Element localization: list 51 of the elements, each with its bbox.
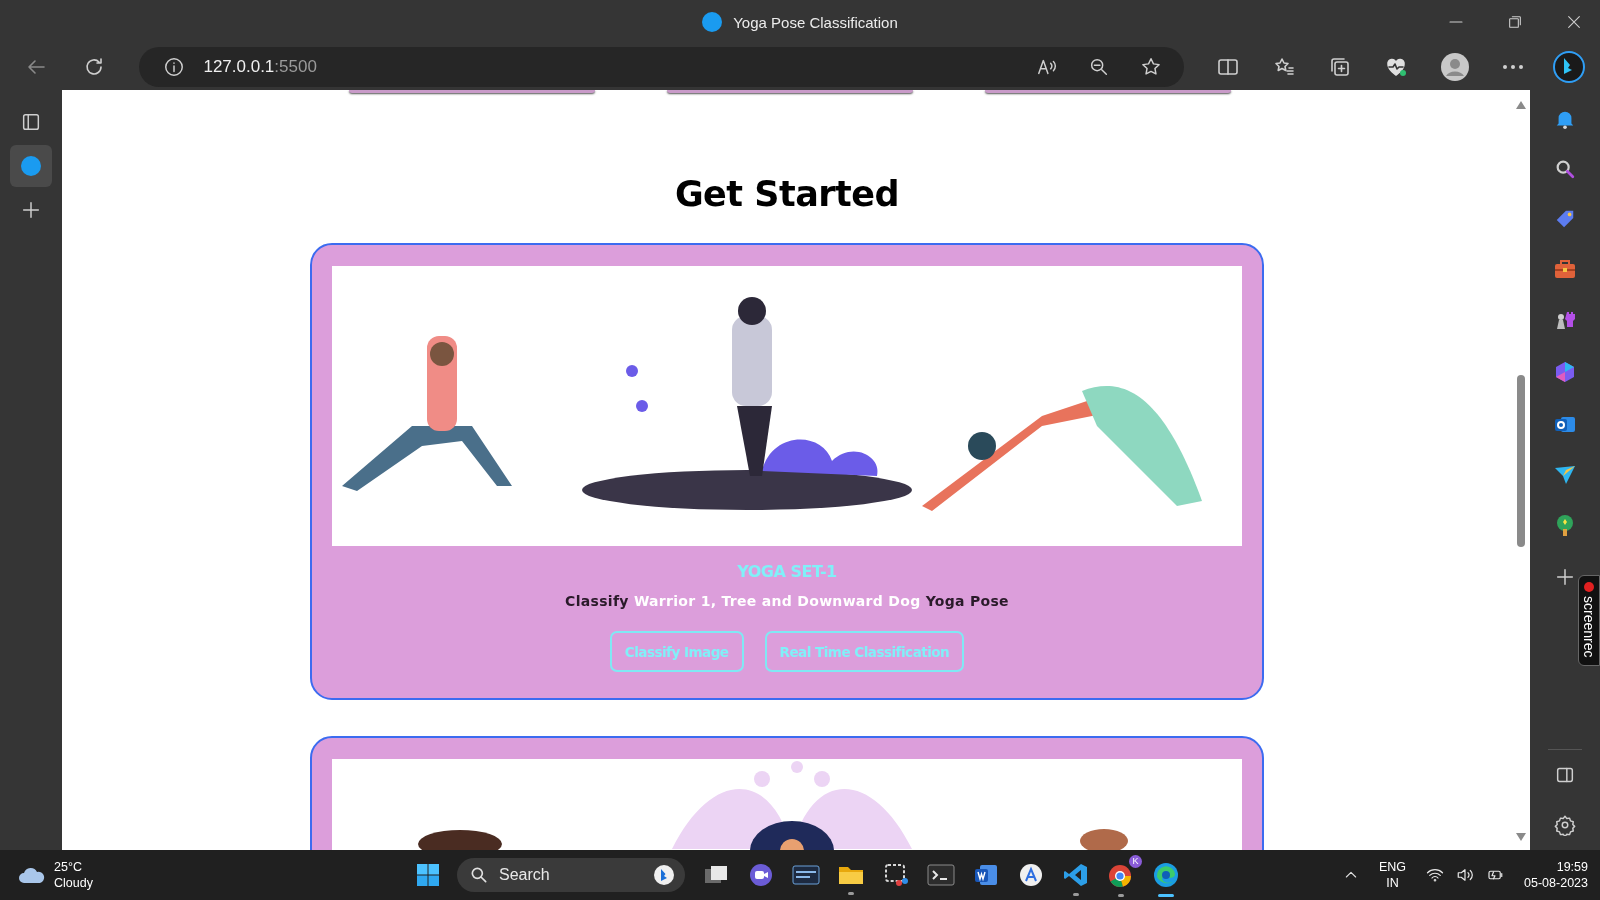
active-tab[interactable] bbox=[10, 145, 52, 187]
search-highlight-icon bbox=[653, 864, 675, 886]
clock-date[interactable]: 05-08-2023 bbox=[1524, 875, 1588, 891]
card-description: Classify Warrior 1, Tree and Downward Dog Yoga Pose bbox=[565, 593, 1009, 609]
chat-assistant-icon[interactable] bbox=[1552, 50, 1586, 84]
cloud-icon bbox=[18, 865, 46, 885]
terminal-icon[interactable] bbox=[927, 863, 955, 887]
url-text: 127.0.0.1:5500 bbox=[203, 57, 318, 77]
close-icon[interactable] bbox=[1566, 14, 1582, 30]
more-icon[interactable] bbox=[1502, 64, 1524, 70]
new-tab-icon[interactable] bbox=[20, 199, 42, 221]
tree-icon[interactable] bbox=[1554, 514, 1576, 538]
card-title: YOGA SET-1 bbox=[737, 562, 837, 581]
weather-condition: Cloudy bbox=[54, 875, 93, 891]
wifi-icon[interactable] bbox=[1426, 866, 1445, 884]
tag-icon[interactable] bbox=[1554, 208, 1576, 230]
plus-icon[interactable] bbox=[1554, 566, 1576, 588]
search-icon[interactable] bbox=[469, 865, 489, 885]
restore-icon[interactable] bbox=[1507, 14, 1523, 30]
zoom-out-icon[interactable] bbox=[1088, 56, 1110, 78]
window-title: Yoga Pose Classification bbox=[733, 13, 898, 31]
search-icon[interactable] bbox=[1554, 158, 1576, 180]
app-store-icon[interactable] bbox=[1018, 862, 1044, 888]
address-bar[interactable]: 127.0.0.1:5500 bbox=[139, 47, 1184, 87]
toolbox-icon[interactable] bbox=[1553, 258, 1577, 280]
settings-icon[interactable] bbox=[1554, 814, 1576, 836]
database-window-icon[interactable] bbox=[792, 863, 820, 887]
scrollbar-thumb[interactable] bbox=[1517, 375, 1525, 547]
star-icon[interactable] bbox=[1140, 56, 1162, 78]
snipping-tool-icon[interactable] bbox=[883, 862, 909, 888]
site-icon bbox=[702, 12, 723, 32]
language-region[interactable]: IN bbox=[1386, 875, 1399, 891]
code-editor-icon[interactable] bbox=[1063, 862, 1089, 888]
collections-icon[interactable] bbox=[1328, 55, 1352, 79]
temperature-text: 25°C bbox=[54, 859, 83, 875]
profile-badge: K bbox=[1129, 855, 1142, 868]
info-icon[interactable] bbox=[163, 56, 186, 78]
search-input[interactable]: Search bbox=[497, 865, 645, 885]
language-code[interactable]: ENG bbox=[1378, 859, 1407, 875]
taskbar-search-field[interactable]: Search bbox=[457, 858, 685, 892]
paper-plane-icon[interactable] bbox=[1553, 464, 1577, 486]
recorder-tab[interactable]: screenrec bbox=[1578, 575, 1600, 667]
profile-icon[interactable] bbox=[1440, 52, 1470, 82]
volume-icon[interactable] bbox=[1456, 866, 1475, 884]
start-icon[interactable] bbox=[416, 863, 440, 887]
edge-icon[interactable] bbox=[1152, 861, 1180, 889]
clock-time[interactable]: 19:59 bbox=[1556, 859, 1588, 875]
tab-actions-icon[interactable] bbox=[20, 111, 42, 133]
word-processor-icon[interactable] bbox=[973, 862, 999, 888]
section-heading: Get Started bbox=[674, 177, 900, 212]
video-chat-icon[interactable] bbox=[748, 862, 774, 888]
